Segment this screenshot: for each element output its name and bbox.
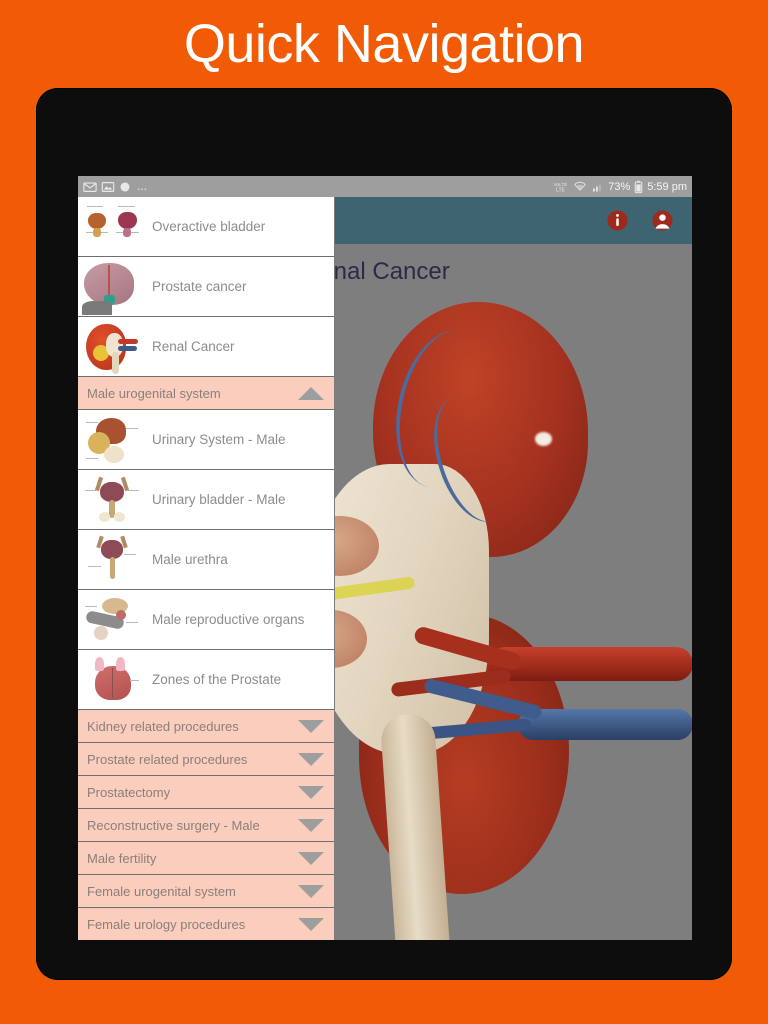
battery-percent-label: 73% (608, 180, 631, 193)
drawer-section-header[interactable]: Female urology procedures (78, 908, 334, 940)
more-icon (137, 187, 147, 190)
bladder-pair-thumb (82, 198, 144, 255)
drawer-section-label: Kidney related procedures (87, 718, 239, 734)
wifi-icon (574, 181, 587, 191)
drawer-section-header[interactable]: Prostatectomy (78, 776, 334, 809)
chevron-down-icon[interactable] (298, 818, 324, 832)
drawer-section-header[interactable]: Male urogenital system (78, 377, 334, 410)
drawer-section-header[interactable]: Kidney related procedures (78, 710, 334, 743)
drawer-section-label: Male urogenital system (87, 385, 221, 401)
kidney-anatomy-illustration (273, 284, 692, 940)
drawer-section-label: Prostate related procedures (87, 751, 248, 767)
drawer-item-label: Overactive bladder (152, 219, 266, 234)
chevron-down-icon[interactable] (298, 719, 324, 733)
urinary-bladder-thumb (82, 471, 144, 528)
drawer-section-label: Female urology procedures (87, 916, 246, 932)
promo-banner: Quick Navigation (0, 0, 768, 88)
drawer-item-label: Prostate cancer (152, 279, 247, 294)
drawer-list-item[interactable]: Prostate cancer (78, 257, 334, 317)
drawer-section-header[interactable]: Male fertility (78, 842, 334, 875)
chevron-down-icon[interactable] (298, 884, 324, 898)
drawer-section-label: Prostatectomy (87, 784, 171, 800)
specular-highlight (535, 432, 552, 446)
volte-icon: VoLTE LTE (554, 182, 568, 193)
urinary-system-thumb (82, 411, 144, 468)
chevron-up-icon[interactable] (298, 386, 324, 400)
drawer-list-item[interactable]: Male reproductive organs (78, 590, 334, 650)
info-icon (607, 210, 628, 231)
chevron-down-icon[interactable] (298, 752, 324, 766)
drawer-section-header[interactable]: Prostate related procedures (78, 743, 334, 776)
battery-icon (634, 180, 643, 193)
photo-icon (101, 181, 115, 192)
drawer-item-label: Urinary System - Male (152, 432, 286, 447)
drawer-item-label: Urinary bladder - Male (152, 492, 286, 507)
svg-text:VoLTE: VoLTE (554, 182, 568, 187)
navigation-drawer[interactable]: Overactive bladder Prostate cancer Renal C… (78, 197, 335, 940)
status-bar-system: VoLTE LTE 73% 5:59 pm (552, 180, 687, 194)
drawer-section-label: Male fertility (87, 850, 157, 866)
drawer-list-item[interactable]: Male urethra (78, 530, 334, 590)
drawer-section-label: Reconstructive surgery - Male (87, 817, 260, 833)
status-bar: VoLTE LTE 73% 5:59 pm (78, 176, 692, 197)
drawer-list-item[interactable]: Urinary bladder - Male (78, 470, 334, 530)
kidney-thumb (82, 318, 144, 375)
urethra-thumb (82, 531, 144, 588)
drawer-item-label: Male urethra (152, 552, 228, 567)
drawer-list-item[interactable]: Zones of the Prostate (78, 650, 334, 710)
drawer-section-header[interactable]: Female urogenital system (78, 875, 334, 908)
account-button[interactable] (651, 209, 674, 232)
clock-label: 5:59 pm (647, 180, 687, 193)
chevron-down-icon[interactable] (298, 785, 324, 799)
drawer-item-label: Male reproductive organs (152, 612, 305, 627)
drawer-item-label: Zones of the Prostate (152, 672, 282, 687)
reproductive-organs-thumb (82, 591, 144, 648)
signal-icon (593, 184, 602, 191)
prostate-cancer-thumb (82, 258, 144, 315)
drawer-list-item[interactable]: Renal Cancer (78, 317, 334, 377)
prostate-zones-thumb (82, 651, 144, 708)
chevron-down-icon[interactable] (298, 917, 324, 931)
drawer-list-item[interactable]: Overactive bladder (78, 197, 334, 257)
info-button[interactable] (606, 209, 629, 232)
drawer-section-header[interactable]: Reconstructive surgery - Male (78, 809, 334, 842)
drawer-section-label: Female urogenital system (87, 883, 236, 899)
promo-title: Quick Navigation (183, 14, 585, 74)
chevron-down-icon[interactable] (298, 851, 324, 865)
device-screen: VoLTE LTE 73% 5:59 pm Renal Cancer Overa… (78, 176, 692, 940)
envelope-icon (83, 181, 97, 192)
drawer-list-item[interactable]: Urinary System - Male (78, 410, 334, 470)
person-icon (652, 210, 673, 231)
renal-vein (518, 709, 692, 740)
circle-icon (120, 182, 130, 191)
svg-text:LTE: LTE (556, 187, 565, 193)
drawer-item-label: Renal Cancer (152, 339, 235, 354)
status-bar-notifications (83, 180, 149, 194)
